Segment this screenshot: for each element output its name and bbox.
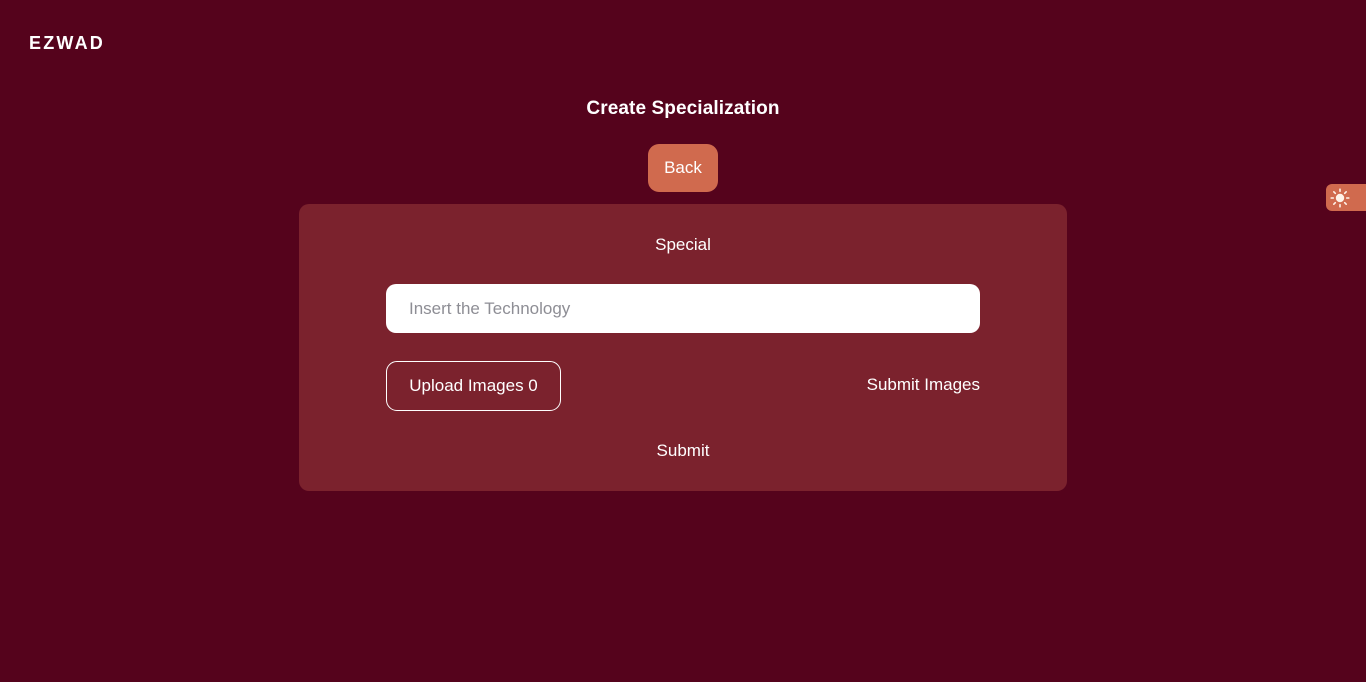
sun-icon [1330,187,1350,208]
submit-button[interactable]: Submit [299,441,1067,461]
brand-logo[interactable]: EZWAD [29,33,105,54]
submit-images-button[interactable]: Submit Images [867,375,980,395]
form-section-label: Special [655,235,711,254]
upload-images-button[interactable]: Upload Images 0 [386,361,561,411]
technology-input[interactable] [386,284,980,333]
page-title: Create Specialization [586,98,780,119]
specialization-form-card: Special Upload Images 0 Submit Images Su… [299,204,1067,491]
theme-toggle[interactable] [1326,184,1366,211]
back-button[interactable]: Back [648,144,718,192]
